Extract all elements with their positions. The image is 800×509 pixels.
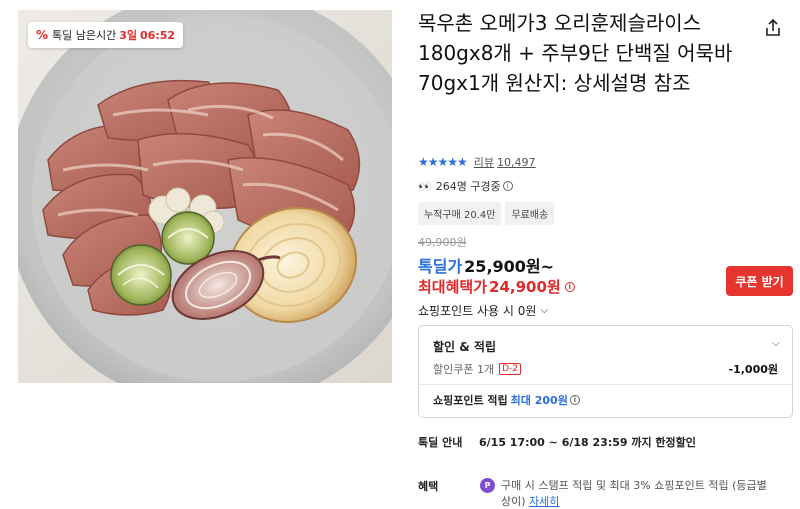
benefit-detail-link[interactable]: 자세히 (529, 495, 559, 508)
benefit-label: 혜택 (418, 480, 439, 493)
star-rating-icon: ★★★★★ (418, 155, 468, 169)
product-photo (18, 10, 392, 383)
watching-text: 264명 구경중 (435, 180, 501, 193)
deal-timer-label: 톡딜 남은시간 (52, 29, 117, 42)
deal-price-value: 25,900원~ (464, 257, 555, 276)
max-benefit-value: 24,900원 (489, 278, 561, 296)
review-label: 리뷰 (473, 156, 495, 169)
deal-info-value: 6/15 17:00 ~ 6/18 23:59 까지 한정할인 (479, 436, 696, 449)
share-icon (766, 18, 780, 36)
deal-price: 톡딜가 25,900원~ (418, 253, 554, 277)
tag-cumulative-purchase: 누적구매 20.4만 (418, 202, 502, 225)
watching-count: 👀 264명 구경중 i (418, 178, 513, 194)
coupon-amount: -1,000원 (728, 363, 778, 376)
benefit-row: 혜택 P 구매 시 스탬프 적립 및 최대 3% 쇼핑포인트 적립 (등급별 상… (418, 478, 771, 509)
original-price: 49,900원 (418, 236, 467, 249)
deal-info-row: 톡딜 안내 6/15 17:00 ~ 6/18 23:59 까지 한정할인 (418, 434, 696, 450)
point-info-icon[interactable]: i (569, 395, 580, 405)
deal-info-label: 톡딜 안내 (418, 436, 463, 449)
deal-timer-badge: % 톡딜 남은시간 3일 06:52 (28, 22, 184, 48)
discount-percent-icon: % (36, 28, 49, 42)
max-benefit-price: 최대혜택가 24,900원 i (418, 276, 575, 297)
eyes-icon: 👀 (418, 179, 432, 193)
share-button[interactable] (757, 12, 789, 44)
deal-price-label: 톡딜가 (418, 257, 463, 276)
tag-list: 누적구매 20.4만 무료배송 (418, 202, 555, 225)
chevron-down-icon[interactable]: ⌵ (772, 336, 780, 350)
review-link[interactable]: 리뷰 10,497 (471, 154, 536, 170)
discount-panel: 할인 & 적립 ⌵ 할인쿠폰 1개 D-2 -1,000원 쇼핑포인트 적립 최… (418, 325, 793, 418)
review-count: 10,497 (497, 156, 536, 169)
deal-timer-days: 3일 (119, 29, 138, 42)
benefit-text: 구매 시 스탬프 적립 및 최대 3% 쇼핑포인트 적립 (등급별 상이) 자세… (501, 478, 771, 509)
discount-panel-title: 할인 & 적립 (433, 340, 496, 354)
shopping-points-label: 쇼핑포인트 사용 시 0원 (418, 304, 537, 318)
get-coupon-button[interactable]: 쿠폰 받기 (726, 266, 793, 296)
shopping-points-toggle[interactable]: 쇼핑포인트 사용 시 0원 ⌵ (418, 302, 548, 319)
coupon-label: 할인쿠폰 1개 (433, 363, 495, 376)
deal-timer-time: 06:52 (140, 28, 176, 42)
point-accrual-row: 쇼핑포인트 적립 최대 200원 i (433, 392, 580, 408)
tag-free-shipping: 무료배송 (505, 202, 555, 225)
max-benefit-info-icon[interactable]: i (564, 281, 575, 292)
product-image: % 톡딜 남은시간 3일 06:52 (18, 10, 392, 383)
point-accrual-label: 쇼핑포인트 적립 (433, 394, 508, 407)
product-title: 목우촌 오메가3 오리훈제슬라이스 180gx8개 + 주부9단 단백질 어묵바… (418, 11, 733, 95)
coupon-row: 할인쿠폰 1개 D-2 -1,000원 (433, 361, 778, 377)
max-benefit-label: 최대혜택가 (418, 278, 488, 296)
rating-row: ★★★★★ 리뷰 10,497 (418, 154, 536, 170)
coupon-dday-badge: D-2 (499, 363, 522, 375)
chevron-down-icon: ⌵ (540, 305, 549, 316)
point-p-icon: P (480, 478, 495, 493)
point-accrual-value: 최대 200원 (510, 394, 568, 407)
info-icon[interactable]: i (502, 181, 513, 191)
divider (419, 384, 792, 385)
